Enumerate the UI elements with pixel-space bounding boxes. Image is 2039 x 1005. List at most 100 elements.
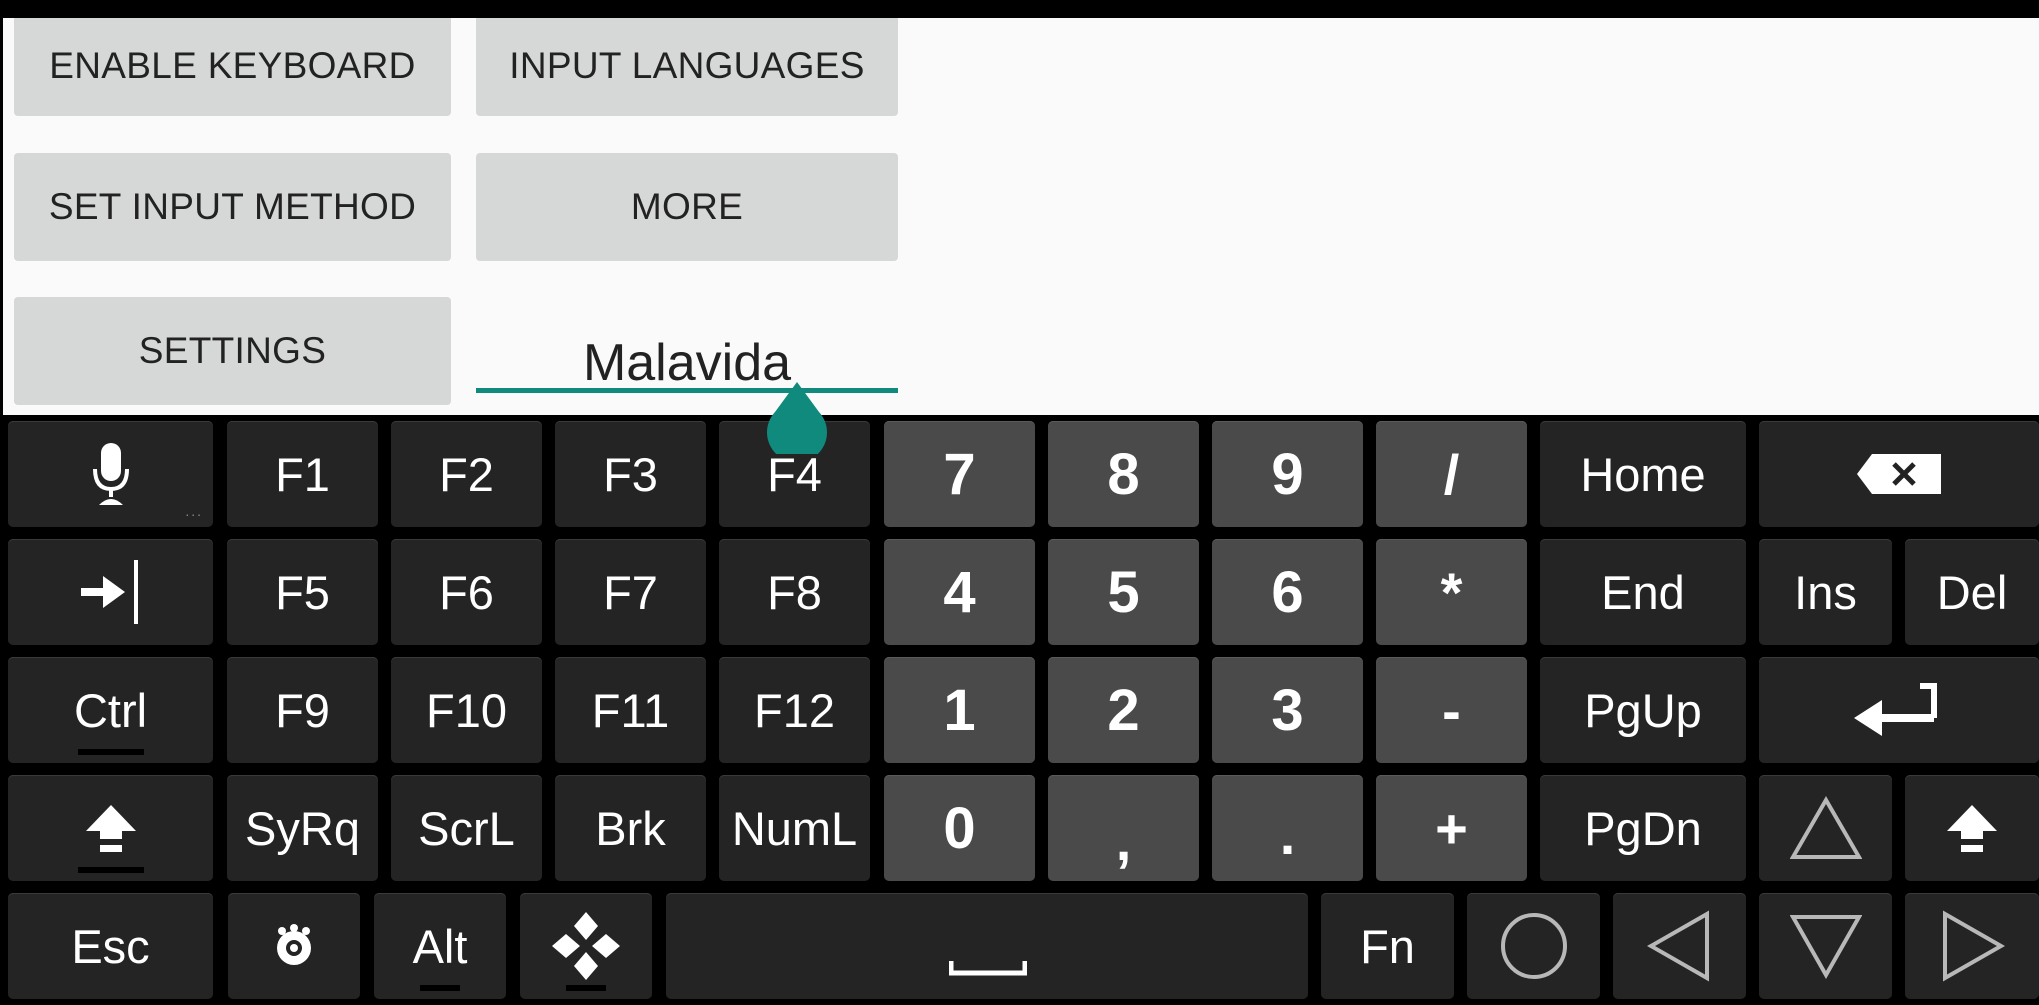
key-4[interactable]: 4 — [884, 539, 1035, 645]
key-label: ScrL — [418, 801, 515, 855]
key-label: 3 — [1271, 677, 1304, 743]
key-label: F4 — [767, 447, 822, 501]
key-label: F8 — [767, 565, 822, 619]
key-f11[interactable]: F11 — [555, 657, 706, 763]
key-label: 9 — [1271, 441, 1304, 507]
text-input[interactable]: Malavida — [476, 313, 898, 408]
key-scrl[interactable]: ScrL — [391, 775, 542, 881]
arrow-down-icon — [1789, 913, 1862, 979]
key-f1[interactable]: F1 — [227, 421, 378, 527]
dpad-icon — [550, 910, 622, 982]
key-label: 4 — [943, 559, 976, 625]
key-circle[interactable] — [1467, 893, 1600, 999]
key-label: End — [1601, 565, 1685, 619]
key-asterisk[interactable]: * — [1376, 539, 1527, 645]
key-slash[interactable]: / — [1376, 421, 1527, 527]
key-f7[interactable]: F7 — [555, 539, 706, 645]
text-cursor-handle[interactable] — [767, 382, 827, 454]
enter-icon — [1854, 682, 1944, 738]
key-space[interactable] — [666, 893, 1308, 999]
key-esc[interactable]: Esc — [8, 893, 213, 999]
key-arrow-left[interactable] — [1613, 893, 1746, 999]
key-f3[interactable]: F3 — [555, 421, 706, 527]
key-minus[interactable]: - — [1376, 657, 1527, 763]
key-enter[interactable] — [1759, 657, 2039, 763]
text-input-value: Malavida — [582, 334, 792, 392]
key-label: F6 — [439, 565, 494, 619]
key-brk[interactable]: Brk — [555, 775, 706, 881]
key-label: . — [1279, 803, 1296, 866]
key-label: F2 — [439, 447, 494, 501]
key-keyboard-settings[interactable] — [228, 893, 360, 999]
key-label: F9 — [275, 683, 330, 737]
key-9[interactable]: 9 — [1212, 421, 1363, 527]
key-pgup[interactable]: PgUp — [1540, 657, 1746, 763]
key-7[interactable]: 7 — [884, 421, 1035, 527]
set-input-method-button[interactable]: SET INPUT METHOD — [14, 153, 451, 261]
key-8[interactable]: 8 — [1048, 421, 1199, 527]
mic-key[interactable]: ... — [8, 421, 213, 527]
more-button[interactable]: MORE — [476, 153, 898, 261]
key-label: 2 — [1107, 677, 1140, 743]
key-label: 5 — [1107, 559, 1140, 625]
key-shift-right[interactable] — [1905, 775, 2039, 881]
modifier-indicator — [77, 867, 144, 873]
space-icon — [949, 961, 1027, 977]
key-label: Ins — [1794, 565, 1857, 619]
key-label: NumL — [731, 801, 858, 855]
key-f5[interactable]: F5 — [227, 539, 378, 645]
microphone-icon — [91, 441, 131, 507]
key-label: F1 — [275, 447, 330, 501]
key-fn[interactable]: Fn — [1321, 893, 1454, 999]
key-dpad[interactable] — [520, 893, 652, 999]
key-f10[interactable]: F10 — [391, 657, 542, 763]
key-1[interactable]: 1 — [884, 657, 1035, 763]
key-label: 8 — [1107, 441, 1140, 507]
key-5[interactable]: 5 — [1048, 539, 1199, 645]
key-alt[interactable]: Alt — [374, 893, 506, 999]
key-del[interactable]: Del — [1905, 539, 2039, 645]
key-shift-left[interactable] — [8, 775, 213, 881]
key-arrow-down[interactable] — [1759, 893, 1892, 999]
key-f12[interactable]: F12 — [719, 657, 870, 763]
key-arrow-right[interactable] — [1905, 893, 2039, 999]
key-syrq[interactable]: SyRq — [227, 775, 378, 881]
backspace-icon — [1856, 453, 1942, 495]
arrow-up-icon — [1789, 796, 1862, 860]
key-ins[interactable]: Ins — [1759, 539, 1892, 645]
input-languages-button[interactable]: INPUT LANGUAGES — [476, 18, 898, 116]
key-pgdn[interactable]: PgDn — [1540, 775, 1746, 881]
key-home[interactable]: Home — [1540, 421, 1746, 527]
settings-button[interactable]: SETTINGS — [14, 297, 451, 405]
key-plus[interactable]: + — [1376, 775, 1527, 881]
key-0[interactable]: 0 — [884, 775, 1035, 881]
key-period[interactable]: . — [1212, 775, 1363, 881]
key-f2[interactable]: F2 — [391, 421, 542, 527]
key-label: SyRq — [245, 801, 360, 855]
text-input-underline — [476, 388, 898, 393]
key-f8[interactable]: F8 — [719, 539, 870, 645]
key-label: Fn — [1360, 919, 1415, 973]
enable-keyboard-button[interactable]: ENABLE KEYBOARD — [14, 18, 451, 116]
key-6[interactable]: 6 — [1212, 539, 1363, 645]
key-backspace[interactable] — [1759, 421, 2039, 527]
key-arrow-up[interactable] — [1759, 775, 1892, 881]
key-tab[interactable] — [8, 539, 213, 645]
key-label: 6 — [1271, 559, 1304, 625]
key-label: PgUp — [1584, 683, 1702, 737]
key-label: 1 — [943, 677, 976, 743]
key-ctrl[interactable]: Ctrl — [8, 657, 213, 763]
key-numl[interactable]: NumL — [719, 775, 870, 881]
key-label: , — [1115, 809, 1132, 872]
status-bar — [0, 0, 2039, 18]
key-f9[interactable]: F9 — [227, 657, 378, 763]
key-f6[interactable]: F6 — [391, 539, 542, 645]
key-comma[interactable]: , — [1048, 775, 1199, 881]
key-2[interactable]: 2 — [1048, 657, 1199, 763]
key-3[interactable]: 3 — [1212, 657, 1363, 763]
key-label: / — [1443, 442, 1460, 506]
modifier-indicator — [566, 985, 606, 991]
tab-icon — [80, 560, 141, 624]
keyboard-settings-icon — [271, 923, 317, 969]
key-end[interactable]: End — [1540, 539, 1746, 645]
